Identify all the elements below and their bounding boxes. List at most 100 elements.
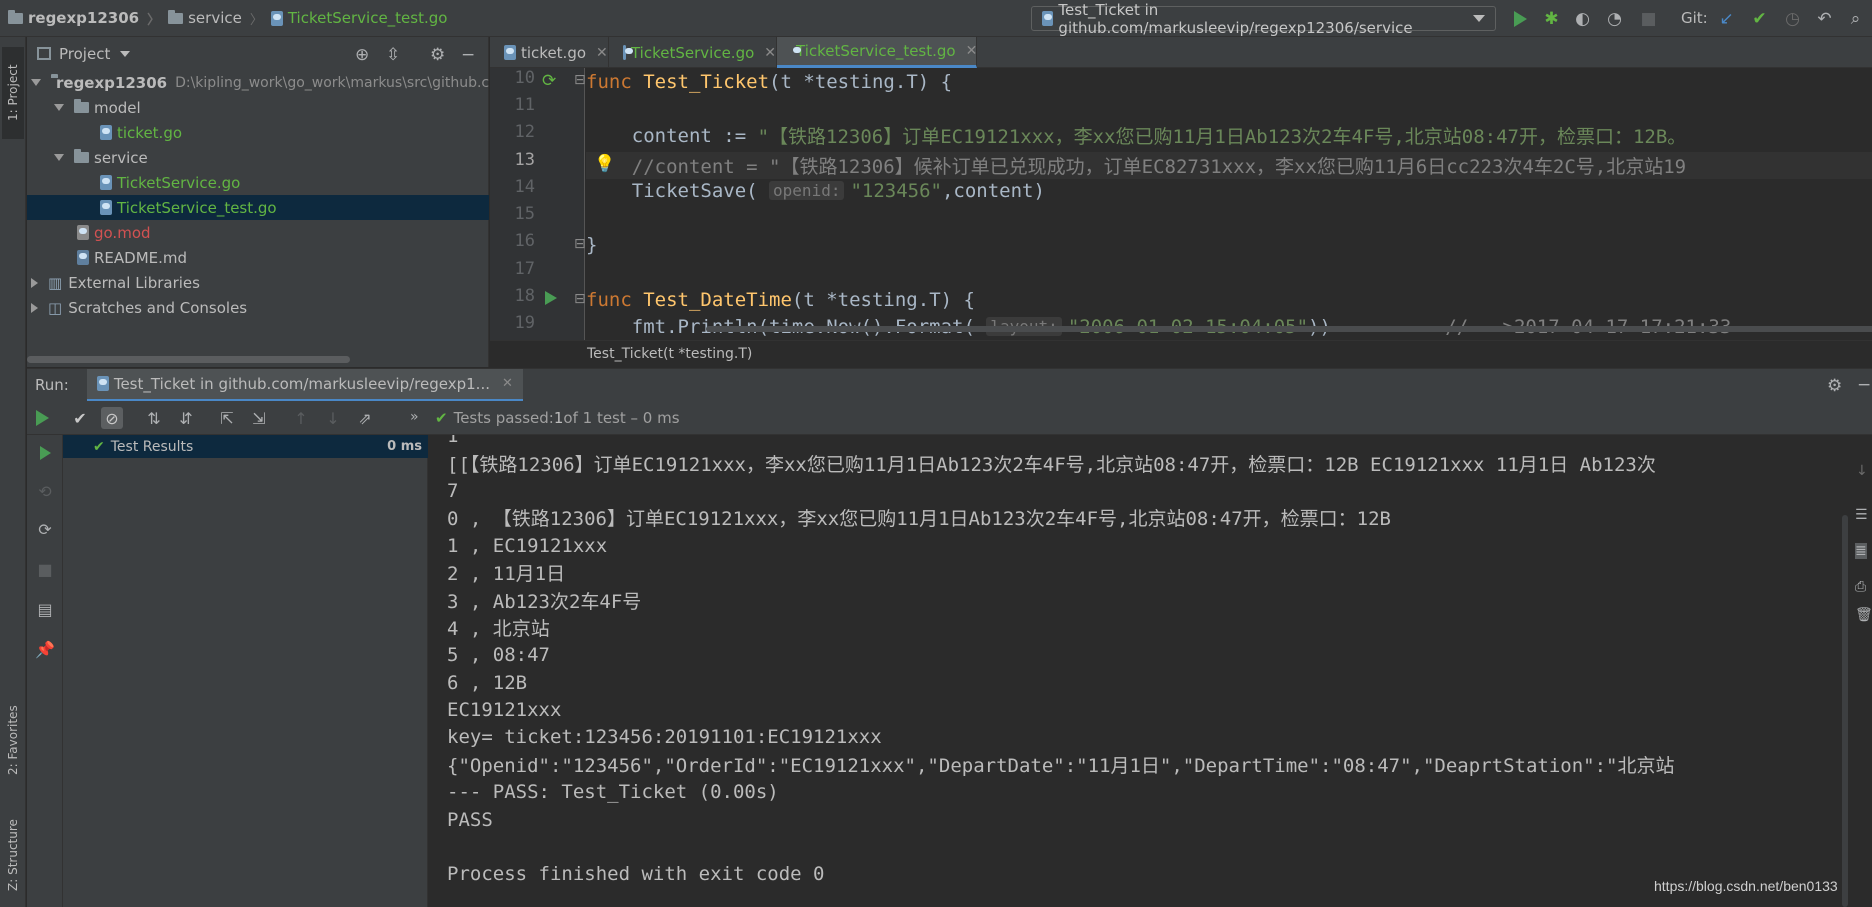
expand-all-icon: ⇱ (220, 408, 234, 428)
run-gutter-icon[interactable] (545, 291, 557, 305)
tool-tab-favorites[interactable]: 2: Favorites (2, 685, 24, 795)
export-button[interactable]: ⇗ (354, 407, 376, 429)
play-icon (39, 446, 51, 460)
breadcrumb-root[interactable]: regexp12306 〉 (0, 0, 160, 37)
fold-icon[interactable]: ⊟ (574, 291, 586, 307)
minimize-icon[interactable]: − (461, 45, 475, 65)
run-button[interactable] (34, 442, 56, 464)
sort-alpha-icon: ⇅ (147, 408, 161, 428)
expand-arrow-icon[interactable] (31, 277, 38, 288)
expand-arrow-icon[interactable] (54, 104, 64, 111)
tree-item-readme[interactable]: README.md (27, 245, 489, 270)
coverage-button[interactable]: ◐ (1573, 9, 1592, 29)
profile-button[interactable]: ◔ (1605, 9, 1624, 29)
dropdown-caret-icon (1473, 15, 1485, 22)
console-line: 6 , 12B (447, 671, 528, 694)
toggle-auto-test-button[interactable]: ⟳ (34, 518, 56, 540)
gear-icon[interactable]: ⚙ (1827, 376, 1842, 396)
run-button[interactable] (1511, 9, 1530, 28)
vertical-scrollbar[interactable] (1842, 515, 1848, 907)
tree-item-external-libraries[interactable]: ▥ External Libraries (27, 270, 489, 295)
run-configuration-select[interactable]: Test_Ticket in github.com/markusleevip/r… (1031, 1, 1496, 37)
scroll-to-end-icon[interactable]: ≣ (1855, 543, 1867, 559)
tree-item-root[interactable]: regexp12306 D:\kipling_work\go_work\mark… (27, 70, 489, 95)
pin-tab-button[interactable]: 📌 (34, 638, 56, 660)
code-editor[interactable]: func Test_Ticket (t *testing.T) { content… (586, 68, 1872, 340)
horizontal-scrollbar[interactable] (27, 356, 350, 363)
fold-icon[interactable]: ⊟ (574, 236, 586, 252)
fold-icon[interactable]: ⊟ (574, 72, 586, 88)
console-line: 5 , 08:47 (447, 643, 550, 666)
breadcrumb-service[interactable]: service 〉 (160, 0, 263, 37)
previous-failed-button[interactable]: ↑ (290, 407, 312, 429)
soft-wrap-icon[interactable]: ☰ (1855, 507, 1868, 523)
expand-arrow-icon[interactable] (54, 154, 64, 161)
arrow-down-icon[interactable]: ↓ (1856, 463, 1868, 479)
gear-icon[interactable]: ⚙ (430, 45, 445, 65)
breadcrumb-function[interactable]: Test_Ticket(t *testing.T) (587, 346, 752, 362)
locate-icon[interactable]: ⊕ (355, 45, 369, 65)
git-rollback-button[interactable]: ↶ (1815, 9, 1834, 29)
sort-alphabetically-button[interactable]: ⇅ (143, 407, 165, 429)
search-everywhere-button[interactable]: ⌕ (1846, 9, 1865, 29)
trash-icon[interactable]: 🗑 (1855, 607, 1872, 623)
rerun-failed-button[interactable]: ⟲ (34, 480, 56, 502)
stop-button[interactable]: ■ (1639, 9, 1658, 29)
next-failed-button[interactable]: ↓ (322, 407, 344, 429)
editor-tab-ticketservice-go[interactable]: TicketService.go ✕ (609, 37, 777, 68)
breadcrumb-file[interactable]: TicketService_test.go (263, 0, 447, 37)
tree-item-model[interactable]: model (27, 95, 489, 120)
tree-item-ticket-go[interactable]: ticket.go (27, 120, 489, 145)
show-ignored-button[interactable]: ⊘ (101, 407, 123, 429)
line-number: 13 (514, 150, 535, 170)
run-configuration-label: Test_Ticket in github.com/markusleevip/r… (1058, 0, 1413, 37)
tool-tab-project[interactable]: 1: Project (2, 47, 24, 139)
run-tab[interactable]: Test_Ticket in github.com/markusleevip/r… (86, 368, 523, 402)
code-line-18: func Test_DateTime (t *testing.T) { (586, 286, 975, 313)
print-icon[interactable]: ⎙ (1855, 579, 1866, 595)
close-icon[interactable]: ✕ (596, 45, 608, 61)
tree-item-ticketservice-go[interactable]: TicketService.go (27, 170, 489, 195)
console-line: 1 (447, 435, 459, 447)
collapse-all-icon[interactable]: ⇳ (386, 45, 400, 65)
horizontal-scrollbar[interactable] (706, 326, 1872, 332)
close-icon[interactable]: ✕ (764, 45, 776, 61)
comment: //content = "【铁路12306】候补订单已兑现成功，订单EC8273… (586, 156, 1687, 178)
close-icon[interactable]: ✕ (966, 43, 978, 59)
test-results-row[interactable]: ✔ Test Results 0 ms (63, 435, 428, 458)
collapse-all-button[interactable]: ⇲ (248, 407, 270, 429)
minimize-icon[interactable]: − (1857, 375, 1871, 395)
tree-item-scratches[interactable]: ◫ Scratches and Consoles (27, 295, 489, 320)
expand-arrow-icon[interactable] (31, 302, 38, 313)
stop-button[interactable]: ■ (34, 558, 56, 580)
tree-item-service[interactable]: service (27, 145, 489, 170)
console-output[interactable]: 1 [[【铁路12306】订单EC19121xxx，李xx您已购11月1日Ab1… (429, 435, 1842, 907)
expand-all-button[interactable]: ⇱ (216, 407, 238, 429)
editor-tab-ticket-go[interactable]: ticket.go ✕ (490, 37, 609, 68)
editor-breadcrumb[interactable]: Test_Ticket(t *testing.T) (490, 340, 1872, 367)
git-label: Git: (1681, 9, 1708, 27)
console-line: 1 , EC19121xxx (447, 534, 608, 557)
more-icon[interactable]: » (410, 409, 419, 425)
sort-duration-button[interactable]: ⇵ (175, 407, 197, 429)
library-icon: ▥ (48, 273, 63, 292)
tool-tab-structure[interactable]: Z: Structure (2, 807, 24, 903)
git-update-button[interactable]: ↙ (1717, 9, 1736, 29)
close-icon[interactable]: ✕ (502, 376, 513, 391)
run-test-gutter-icon[interactable]: ⟳ (542, 71, 556, 91)
git-history-button[interactable]: ◷ (1783, 9, 1802, 29)
line-number: 16 (514, 231, 535, 251)
expand-arrow-icon[interactable] (31, 79, 41, 86)
bug-icon: ✱ (1544, 8, 1559, 29)
show-passed-button[interactable]: ✔ (69, 407, 91, 429)
function-name: Test_Ticket (643, 70, 770, 93)
debug-button[interactable]: ✱ (1542, 8, 1561, 29)
chevron-down-icon[interactable] (120, 50, 131, 57)
project-view-select[interactable]: Project (59, 45, 110, 63)
rerun-button[interactable] (31, 407, 53, 429)
layout-button[interactable]: ▤ (34, 598, 56, 620)
tree-item-go-mod[interactable]: go.mod (27, 220, 489, 245)
git-commit-button[interactable]: ✔ (1750, 9, 1769, 29)
tree-item-ticketservice-test-go[interactable]: TicketService_test.go (27, 195, 489, 220)
editor-tab-ticketservice-test-go[interactable]: TicketService_test.go ✕ (777, 37, 977, 68)
